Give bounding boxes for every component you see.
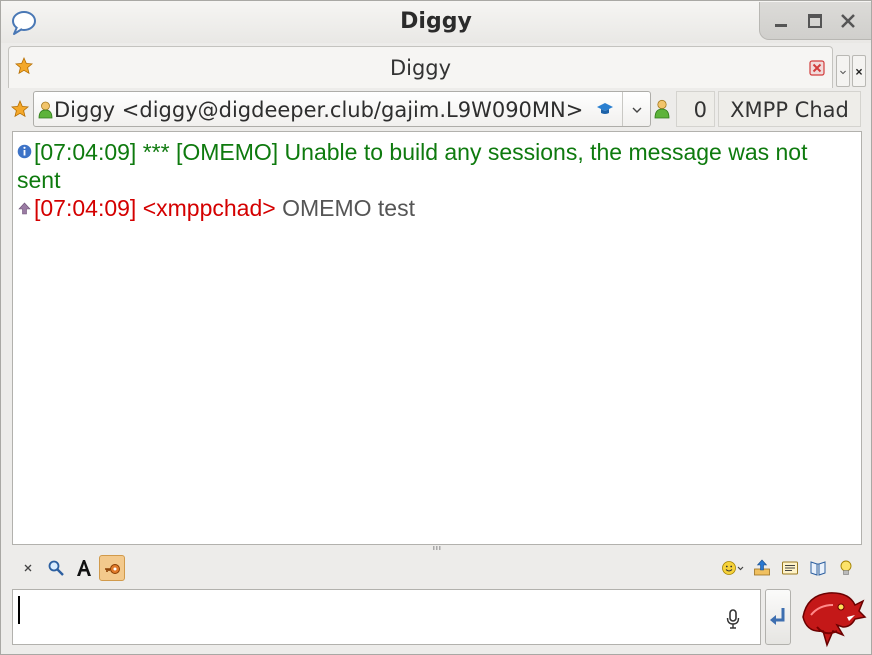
search-button[interactable] [43, 555, 69, 581]
maximize-icon[interactable] [804, 10, 826, 32]
window-title: Diggy [400, 9, 472, 34]
minimize-icon[interactable] [770, 10, 792, 32]
message-text: *** [OMEMO] Unable to build any sessions… [17, 139, 808, 193]
bookmark-button[interactable] [805, 555, 831, 581]
titlebar[interactable]: Diggy [1, 1, 871, 43]
message-text: OMEMO test [282, 195, 415, 221]
tab-close-icon[interactable] [809, 60, 825, 76]
message-timestamp: [07:04:09] [34, 139, 137, 165]
user-online-icon [38, 101, 53, 119]
encryption-icon [105, 564, 120, 574]
message-timestamp: [07:04:09] [34, 195, 137, 221]
conversation-view[interactable]: [07:04:09] *** [OMEMO] Unable to build a… [12, 131, 862, 545]
message-input-box[interactable] [12, 589, 761, 645]
tab-list-chevron-down-icon[interactable] [836, 55, 850, 87]
tab-bar: Diggy [1, 43, 871, 89]
encryption-button[interactable] [99, 555, 125, 581]
font-icon [77, 560, 91, 576]
emoticons-button[interactable] [717, 555, 747, 581]
message-toolbar [1, 551, 871, 585]
outgoing-message: [07:04:09] <xmppchad> OMEMO test [17, 194, 855, 222]
account-label: XMPP Chad [718, 91, 861, 127]
message-nick: <xmppchad> [142, 195, 276, 221]
contact-avatar [802, 592, 867, 648]
lightbulb-icon [840, 560, 852, 575]
search-icon [48, 560, 64, 576]
unread-count: 0 [676, 91, 715, 127]
graduation-cap-icon [597, 103, 613, 114]
chat-window: Diggy Diggy Diggy <diggy@digdeeper.club/… [0, 0, 872, 655]
tab-label: Diggy [389, 56, 452, 80]
info-message: [07:04:09] *** [OMEMO] Unable to build a… [17, 138, 855, 194]
contact-row: Diggy <diggy@digdeeper.club/gajim.L9W090… [1, 89, 871, 129]
resize-grip-icon[interactable] [433, 546, 441, 550]
book-icon [810, 561, 826, 576]
clear-button[interactable] [15, 555, 41, 581]
star-icon [11, 100, 29, 118]
formatting-icon [782, 561, 798, 575]
close-tab-icon[interactable] [852, 55, 866, 87]
contact-selector-text: Diggy <diggy@digdeeper.club/gajim.L9W090… [54, 98, 584, 122]
contact-selector[interactable]: Diggy <diggy@digdeeper.club/gajim.L9W090… [33, 91, 651, 127]
tab-diggy[interactable]: Diggy [8, 46, 833, 88]
window-controls [759, 2, 871, 40]
text-cursor [18, 596, 20, 624]
user-online-icon [654, 99, 670, 119]
send-file-button[interactable] [749, 555, 775, 581]
outgoing-arrow-icon [18, 202, 31, 215]
message-input[interactable] [23, 596, 713, 636]
microphone-icon[interactable] [725, 608, 741, 630]
send-button[interactable] [765, 589, 791, 645]
combo-separator [622, 92, 623, 126]
emoticon-icon [722, 561, 744, 575]
clear-icon [24, 564, 32, 572]
send-file-icon [754, 559, 770, 576]
info-icon [17, 144, 32, 159]
chevron-down-icon[interactable] [632, 106, 642, 114]
close-icon[interactable] [837, 10, 859, 32]
font-button[interactable] [71, 555, 97, 581]
send-arrow-icon [770, 608, 785, 625]
tip-button[interactable] [833, 555, 859, 581]
formatting-button[interactable] [777, 555, 803, 581]
